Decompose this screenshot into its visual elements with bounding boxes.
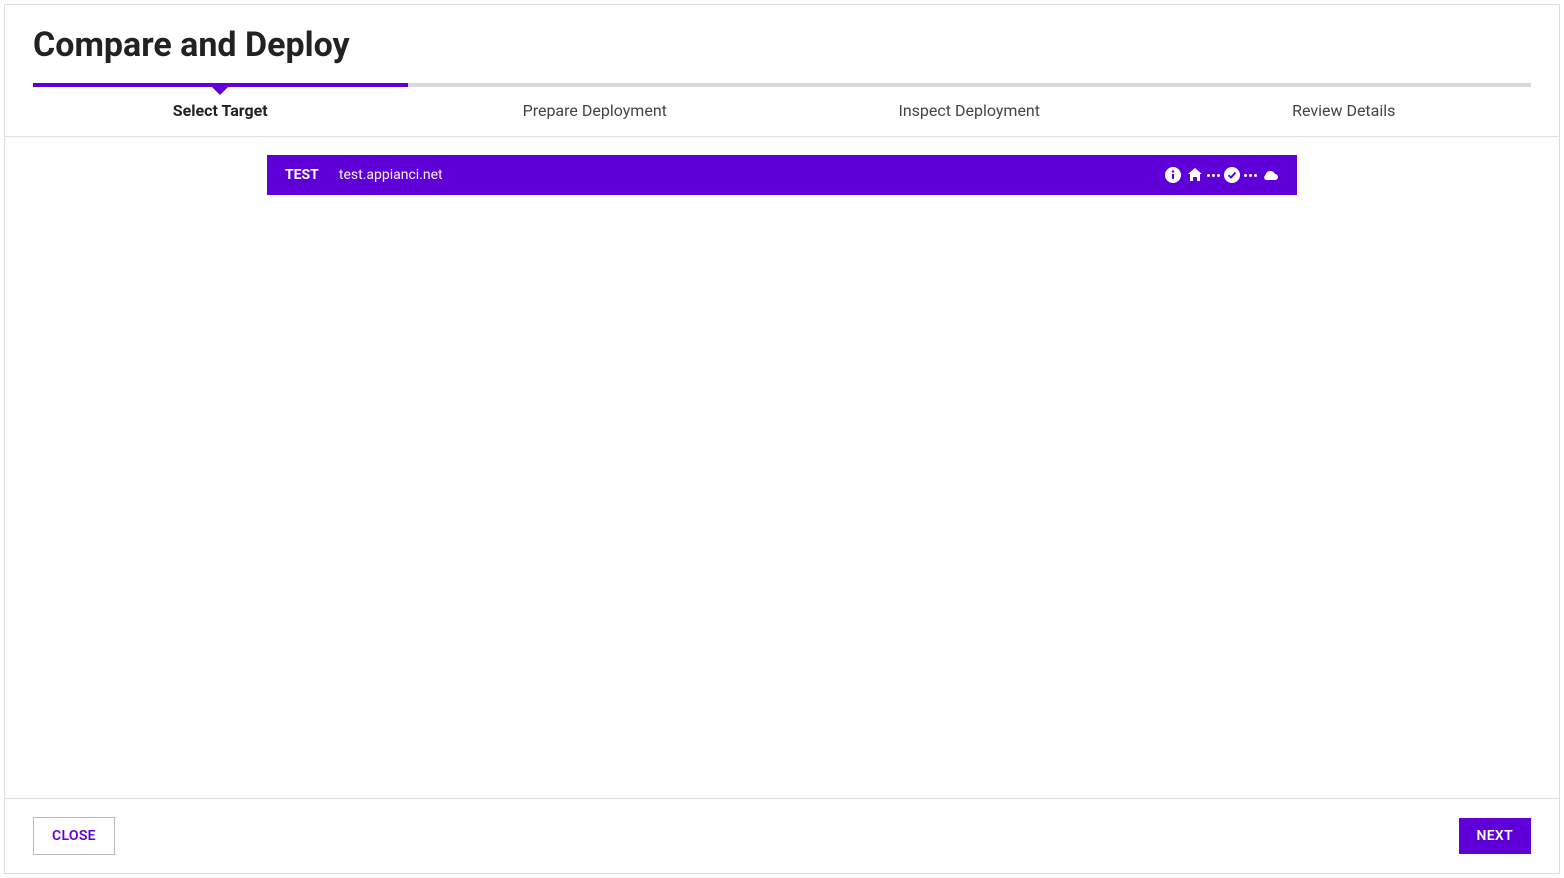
connection-dots-icon (1207, 174, 1220, 177)
compare-deploy-modal: Compare and Deploy Select Target Prepare… (4, 4, 1560, 874)
modal-header: Compare and Deploy Select Target Prepare… (5, 5, 1559, 137)
stepper: Select Target Prepare Deployment Inspect… (33, 83, 1531, 136)
close-button[interactable]: CLOSE (33, 817, 115, 855)
home-icon (1187, 167, 1203, 183)
info-icon (1165, 167, 1181, 183)
step-label: Prepare Deployment (408, 87, 783, 136)
cloud-icon (1261, 167, 1279, 183)
page-title: Compare and Deploy (33, 25, 1531, 65)
target-row-test[interactable]: TEST test.appianci.net (267, 155, 1297, 195)
step-label: Inspect Deployment (782, 87, 1157, 136)
check-circle-icon (1224, 167, 1240, 183)
step-label: Review Details (1157, 87, 1532, 136)
modal-footer: CLOSE NEXT (5, 798, 1559, 873)
connection-dots-icon (1244, 174, 1257, 177)
next-button[interactable]: NEXT (1459, 818, 1531, 854)
step-review-details[interactable]: Review Details (1157, 83, 1532, 136)
step-prepare-deployment[interactable]: Prepare Deployment (408, 83, 783, 136)
target-status-icons (1165, 167, 1279, 183)
step-inspect-deployment[interactable]: Inspect Deployment (782, 83, 1157, 136)
target-name: TEST (285, 167, 319, 183)
step-select-target[interactable]: Select Target (33, 83, 408, 136)
content-area: TEST test.appianci.net (5, 137, 1559, 798)
target-url: test.appianci.net (339, 167, 443, 183)
